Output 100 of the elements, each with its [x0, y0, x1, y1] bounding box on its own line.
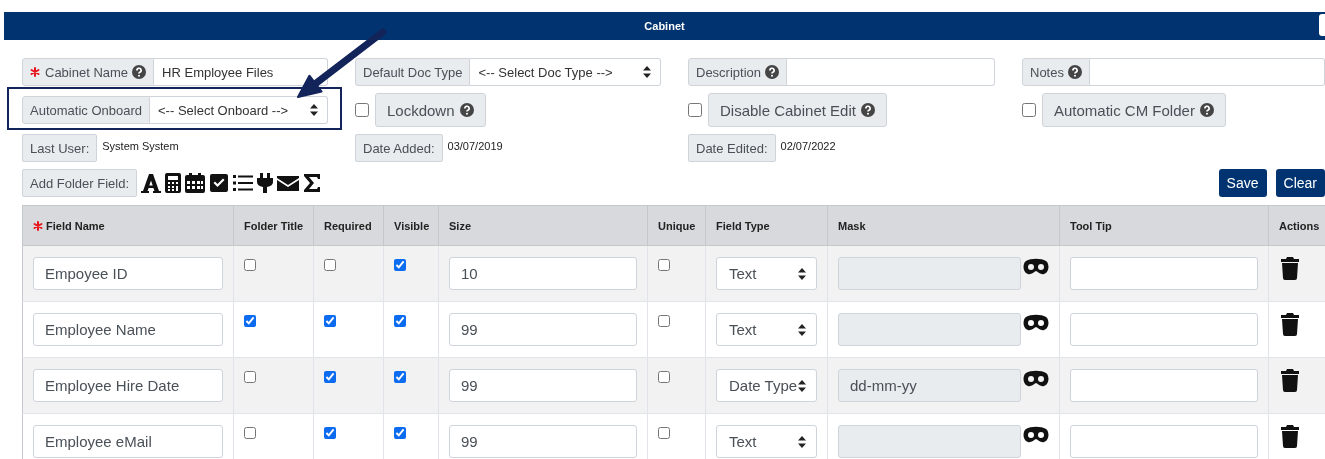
field-label: Automatic Onboard — [22, 96, 150, 124]
size-input[interactable]: 10 — [449, 257, 637, 290]
checkbox[interactable] — [688, 103, 702, 117]
mask-icon[interactable] — [1023, 314, 1049, 331]
mask-field[interactable] — [838, 313, 1021, 346]
value-input[interactable]: HR Employee Files — [154, 58, 328, 86]
sigma-icon[interactable] — [303, 173, 321, 193]
checkbox[interactable] — [1022, 103, 1036, 117]
select-field[interactable]: <-- Select Doc Type --> — [470, 58, 661, 86]
header-text: Actions — [1279, 219, 1320, 232]
checkbox[interactable] — [355, 103, 369, 117]
calendar-icon[interactable] — [185, 173, 205, 193]
action-button[interactable]: Clear — [1275, 169, 1325, 197]
checkbox[interactable] — [324, 315, 336, 327]
required-icon — [30, 67, 40, 77]
checkbox[interactable] — [658, 315, 670, 327]
checkbox[interactable] — [244, 371, 256, 383]
value-input[interactable] — [787, 58, 995, 86]
help-icon[interactable] — [1067, 65, 1082, 79]
header-text: Folder Title — [244, 219, 304, 232]
caret-icon — [798, 435, 806, 448]
trash-icon[interactable] — [1281, 369, 1299, 392]
label-text: Notes — [1030, 64, 1064, 80]
header-text: Required — [324, 219, 372, 232]
mask-field[interactable] — [838, 257, 1021, 290]
help-icon[interactable] — [765, 65, 780, 79]
mask-field[interactable] — [838, 425, 1021, 458]
mask-field[interactable]: dd-mm-yy — [838, 369, 1021, 402]
required-icon — [33, 220, 43, 231]
checkbox[interactable] — [324, 371, 336, 383]
toggle-button[interactable]: Disable Cabinet Edit — [708, 93, 887, 127]
checkbox[interactable] — [394, 371, 406, 383]
toggle-button[interactable]: Automatic CM Folder — [1042, 93, 1226, 127]
info-value: 03/07/2019 — [447, 140, 503, 152]
action-button[interactable]: Save — [1218, 169, 1267, 197]
checkbox-icon[interactable] — [209, 173, 229, 193]
checkbox[interactable] — [394, 259, 406, 271]
help-icon[interactable] — [459, 103, 474, 117]
tooltip-input[interactable] — [1070, 257, 1258, 290]
select-field[interactable]: Text — [716, 425, 817, 458]
tooltip-input[interactable] — [1070, 313, 1258, 346]
checkbox[interactable] — [658, 259, 670, 271]
caret-icon — [798, 379, 806, 392]
size-input[interactable]: 99 — [449, 425, 637, 458]
plug-icon[interactable] — [257, 173, 273, 193]
select-field[interactable]: Text — [716, 313, 817, 346]
label-text: Default Doc Type — [363, 64, 463, 80]
value-input[interactable] — [1089, 58, 1325, 86]
caret-icon — [798, 323, 806, 336]
tooltip-input[interactable] — [1070, 369, 1258, 402]
checkbox[interactable] — [658, 371, 670, 383]
header-text: Field Type — [716, 219, 770, 232]
caret-icon — [798, 267, 806, 280]
calculator-icon[interactable] — [165, 173, 181, 193]
info-label: Last User: — [22, 134, 98, 162]
mask-icon[interactable] — [1023, 426, 1049, 443]
size-input[interactable]: 99 — [449, 369, 637, 402]
name-input[interactable]: Employee Hire Date — [33, 369, 223, 402]
list-icon[interactable] — [233, 173, 253, 193]
select-field[interactable]: <-- Select Onboard --> — [150, 96, 328, 124]
header-text: Tool Tip — [1070, 219, 1112, 232]
toggle-button[interactable]: Lockdown — [375, 93, 486, 127]
label-text: Description — [696, 64, 762, 80]
toolbar-label: Add Folder Field: — [22, 169, 137, 197]
header-text: Field Name — [46, 219, 105, 232]
checkbox[interactable] — [324, 427, 336, 439]
info-value: System System — [102, 140, 179, 152]
mask-icon[interactable] — [1023, 258, 1049, 275]
label-text: Cabinet Name — [45, 64, 129, 80]
trash-icon[interactable] — [1281, 425, 1299, 448]
envelope-icon[interactable] — [277, 173, 299, 193]
select-field[interactable]: Text — [716, 257, 817, 290]
checkbox[interactable] — [244, 315, 256, 327]
checkbox[interactable] — [244, 427, 256, 439]
font-icon[interactable] — [141, 173, 161, 193]
checkbox[interactable] — [394, 315, 406, 327]
info-label: Date Edited: — [688, 134, 776, 162]
help-icon[interactable] — [132, 65, 147, 79]
trash-icon[interactable] — [1281, 257, 1299, 280]
header-text: Unique — [658, 219, 696, 232]
window-title: Cabinet — [644, 20, 685, 32]
info-value: 02/07/2022 — [780, 140, 836, 152]
checkbox[interactable] — [324, 259, 336, 271]
help-icon[interactable] — [1199, 103, 1214, 117]
trash-icon[interactable] — [1281, 313, 1299, 336]
mask-icon[interactable] — [1023, 370, 1049, 387]
header-text: Size — [449, 219, 471, 232]
caret-icon — [643, 66, 651, 78]
checkbox[interactable] — [394, 427, 406, 439]
header-text: Mask — [838, 219, 866, 232]
help-icon[interactable] — [860, 103, 875, 117]
checkbox[interactable] — [658, 427, 670, 439]
name-input[interactable]: Employee eMail — [33, 425, 223, 458]
select-field[interactable]: Date Type — [716, 369, 817, 402]
name-input[interactable]: Employee Name — [33, 313, 223, 346]
name-input[interactable]: Empoyee ID — [33, 257, 223, 290]
tooltip-input[interactable] — [1070, 425, 1258, 458]
checkbox[interactable] — [244, 259, 256, 271]
size-input[interactable]: 99 — [449, 313, 637, 346]
header-text: Visible — [394, 219, 430, 232]
